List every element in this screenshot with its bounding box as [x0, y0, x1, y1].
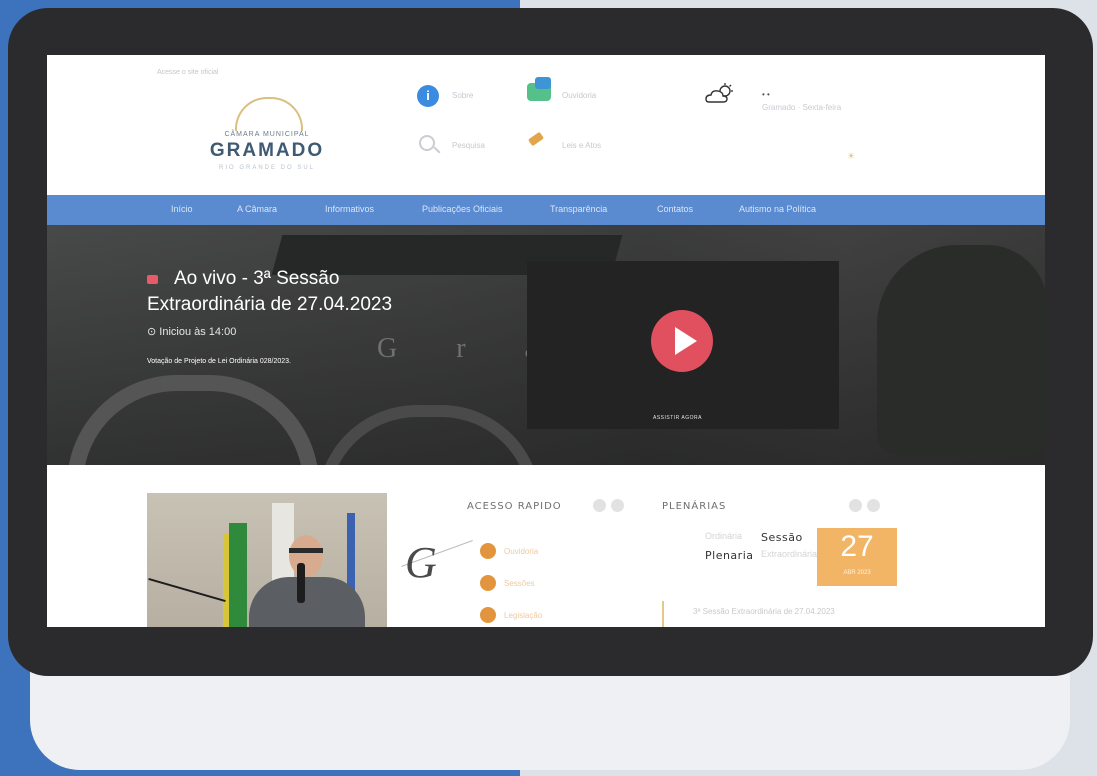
website-screen: Acesse o site oficial CÂMARA MUNICIPAL G…	[47, 55, 1045, 627]
quick-item-icon[interactable]	[480, 575, 496, 591]
speaker-glasses	[289, 548, 323, 553]
quick-item-icon[interactable]	[480, 607, 496, 623]
plenaria-type: Ordinária	[705, 531, 743, 541]
session-description: Votação de Projeto de Lei Ordinária 028/…	[147, 358, 291, 365]
logo-small-text: CÂMARA MUNICIPAL	[224, 131, 310, 138]
speaker-head	[289, 535, 323, 577]
date-month: ABR 2023	[843, 570, 871, 576]
divider	[662, 601, 664, 627]
main-nav: Início A Câmara Informativos Publicações…	[47, 195, 1045, 225]
nav-item-autismo[interactable]: Autismo na Política	[739, 204, 816, 214]
nav-item-publicacoes[interactable]: Publicações Oficiais	[422, 204, 503, 214]
plenaria-label[interactable]: Plenaria	[705, 549, 754, 562]
chat-icon[interactable]	[527, 77, 551, 101]
quick-item-label[interactable]: Legislação	[504, 611, 542, 620]
weather-temperature: • •	[762, 90, 770, 99]
quick-label-ouvidoria[interactable]: Ouvidoria	[562, 91, 596, 100]
quick-access-title: ACESSO RAPIDO	[467, 501, 562, 512]
search-icon[interactable]	[419, 135, 435, 151]
sun-icon: ☀	[847, 151, 856, 161]
live-title-line1[interactable]: Ao vivo - 3ª Sessão	[174, 268, 339, 290]
quick-item-label[interactable]: Sessões	[504, 579, 535, 588]
partly-cloudy-icon	[705, 83, 733, 103]
logo-arch-icon	[235, 97, 303, 131]
site-header: Acesse o site oficial CÂMARA MUNICIPAL G…	[47, 55, 1045, 195]
speaker-body	[249, 577, 365, 627]
date-day: 27	[840, 530, 874, 563]
plenarias-title: PLENÁRIAS	[662, 501, 727, 512]
next-arrow-icon[interactable]	[867, 499, 880, 512]
microphone	[297, 563, 305, 603]
live-session-hero: G r a Ao vivo - 3ª Sessão Extraordinária…	[47, 225, 1045, 517]
news-photo[interactable]	[147, 493, 387, 627]
gavel-icon[interactable]	[527, 131, 545, 147]
start-time-label: Iniciou às 14:00	[159, 326, 237, 338]
live-title-line2[interactable]: Extraordinária de 27.04.2023	[147, 294, 392, 316]
date-badge: 27 ABR 2023	[817, 528, 897, 586]
quick-label-about[interactable]: Sobre	[452, 91, 473, 100]
logo-sub-text: RIO GRANDE DO SUL	[218, 165, 315, 171]
camara-logo[interactable]: CÂMARA MUNICIPAL GRAMADO RIO GRANDE DO S…	[187, 85, 347, 180]
plenaria-snippet[interactable]: 3ª Sessão Extraordinária de 27.04.2023	[693, 607, 835, 616]
quick-item-icon[interactable]	[480, 543, 496, 559]
weather-city: Gramado · Sexta-feira	[762, 103, 842, 112]
flag	[229, 523, 247, 627]
quick-item-label[interactable]: Ouvidoria	[504, 547, 538, 556]
nav-item-transparencia[interactable]: Transparência	[550, 204, 607, 214]
quick-label-search[interactable]: Pesquisa	[452, 141, 485, 150]
prev-arrow-icon[interactable]	[593, 499, 606, 512]
tree	[877, 245, 1045, 455]
play-icon[interactable]	[651, 310, 713, 372]
clock-icon: ⊙	[147, 326, 157, 338]
cable	[148, 578, 226, 602]
plenaria-label[interactable]: Sessão	[761, 531, 803, 544]
nav-item-camara[interactable]: A Câmara	[237, 204, 277, 214]
info-icon[interactable]: i	[417, 85, 439, 107]
live-camera-icon	[147, 275, 158, 284]
content-section: G ACESSO RAPIDO Ouvidoria Sessões Legisl…	[47, 465, 1045, 627]
nav-item-inicio[interactable]: Início	[171, 204, 193, 214]
watch-now-link[interactable]: ASSISTIR AGORA	[653, 415, 702, 421]
nav-item-informativos[interactable]: Informativos	[325, 204, 374, 214]
top-link[interactable]: Acesse o site oficial	[157, 69, 218, 76]
plenaria-type: Extraordinária	[761, 549, 818, 559]
logo-main-text: GRAMADO	[209, 140, 325, 161]
nav-item-contatos[interactable]: Contatos	[657, 204, 693, 214]
start-time: ⊙ Iniciou às 14:00	[147, 325, 236, 338]
prev-arrow-icon[interactable]	[849, 499, 862, 512]
quick-label-laws[interactable]: Leis e Atos	[562, 141, 601, 150]
next-arrow-icon[interactable]	[611, 499, 624, 512]
decorative-letter: G	[405, 538, 437, 587]
